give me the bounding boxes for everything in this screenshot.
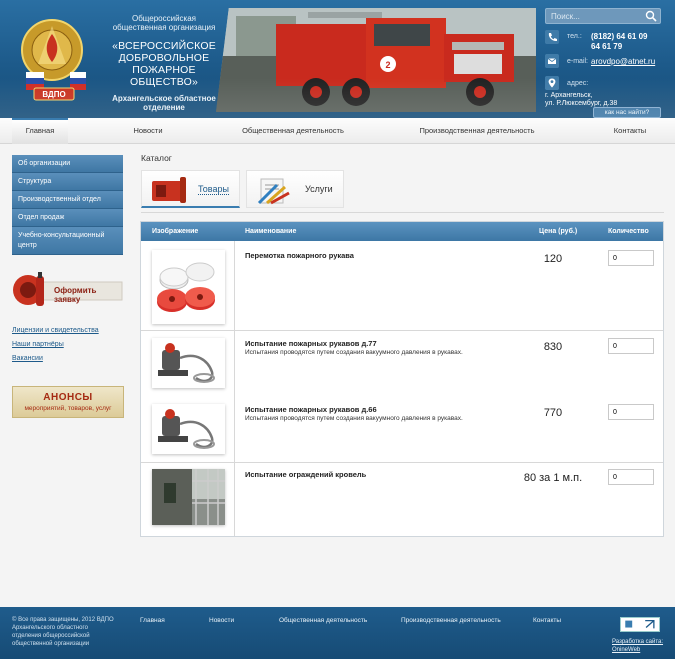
developer-credit[interactable]: Разработка сайта: OnineWeb bbox=[612, 638, 670, 654]
footer-link-contacts[interactable]: Контакты bbox=[533, 617, 561, 624]
product-price: 80 за 1 м.п. bbox=[523, 472, 583, 484]
phone-2: 64 61 79 bbox=[591, 42, 623, 51]
sidebar-item-production[interactable]: Производственный отдел bbox=[12, 191, 123, 209]
link-vacancies[interactable]: Вакансии bbox=[12, 352, 99, 366]
quantity-input[interactable] bbox=[608, 250, 654, 266]
sidebar-item-about[interactable]: Об организации bbox=[12, 155, 123, 173]
product-thumbnail[interactable] bbox=[152, 404, 225, 454]
search-box bbox=[545, 8, 661, 24]
site-footer: © Все права защищены, 2012 ВДПО Архангел… bbox=[0, 607, 675, 659]
location-pin-icon bbox=[545, 76, 559, 90]
footer-link-public-activity[interactable]: Общественная деятельность bbox=[279, 617, 367, 624]
email-block: e-mail: arovdpo@atnet.ru bbox=[545, 54, 667, 70]
email-link[interactable]: arovdpo@atnet.ru bbox=[591, 57, 655, 66]
mail-icon bbox=[545, 54, 559, 68]
nav-item-home[interactable]: Главная bbox=[12, 118, 68, 144]
product-price: 770 bbox=[543, 407, 563, 419]
address-line-2: ул. Р.Люксембург, д.38 bbox=[545, 100, 618, 107]
product-price: 120 bbox=[543, 253, 563, 265]
page-title: Каталог bbox=[141, 153, 172, 163]
link-partners[interactable]: Наши партнёры bbox=[12, 338, 99, 352]
org-subtitle: Общероссийская общественная организация bbox=[112, 14, 216, 32]
quantity-input[interactable] bbox=[608, 469, 654, 485]
product-description: Испытания проводятся путем создания ваку… bbox=[245, 415, 463, 422]
fire-truck-photo: 2 bbox=[216, 8, 536, 112]
nav-item-news[interactable]: Новости bbox=[118, 118, 178, 144]
tab-services[interactable]: Услуги bbox=[246, 170, 344, 208]
developer-logo[interactable] bbox=[620, 617, 660, 632]
nav-item-production-activity[interactable]: Производственная деятельность bbox=[412, 118, 542, 144]
search-input[interactable] bbox=[546, 9, 642, 23]
announcements-title: АНОНСЫ bbox=[43, 392, 93, 403]
emblem-text: ВДПО bbox=[42, 90, 65, 99]
tab-goods[interactable]: Товары bbox=[141, 170, 240, 208]
find-us-button[interactable]: как нас найти? bbox=[593, 107, 661, 118]
order-request-label: Оформить заявку bbox=[54, 286, 97, 304]
sidebar-menu: Об организации Структура Производственны… bbox=[12, 155, 123, 255]
product-name: Перемотка пожарного рукава bbox=[245, 251, 354, 260]
address-line-1: г. Архангельск, bbox=[545, 92, 593, 99]
sidebar-links: Лицензии и свидетельства Наши партнёры В… bbox=[12, 324, 99, 366]
footer-link-home[interactable]: Главная bbox=[140, 617, 165, 624]
col-name: Наименование bbox=[245, 228, 297, 235]
site-header: ВДПО Общероссийская общественная организ… bbox=[0, 0, 675, 118]
catalog-table: Изображение Наименование Цена (руб.) Кол… bbox=[140, 221, 664, 537]
sidebar-item-structure[interactable]: Структура bbox=[12, 173, 123, 191]
col-image: Изображение bbox=[152, 228, 199, 235]
email-label: e-mail: bbox=[567, 58, 589, 65]
truck-number: 2 bbox=[385, 60, 390, 70]
copyright-text: © Все права защищены, 2012 ВДПО Архангел… bbox=[12, 617, 114, 647]
nav-item-contacts[interactable]: Контакты bbox=[606, 118, 654, 144]
product-thumbnail[interactable] bbox=[152, 469, 225, 525]
tabs-divider bbox=[141, 212, 664, 213]
main-nav: Главная Новости Общественная деятельност… bbox=[0, 118, 675, 144]
tab-services-label: Услуги bbox=[305, 184, 333, 194]
quantity-input[interactable] bbox=[608, 404, 654, 420]
organization-title: Общероссийская общественная организация … bbox=[108, 14, 220, 112]
product-description: Испытания проводятся путем создания ваку… bbox=[245, 349, 463, 356]
row-divider bbox=[141, 462, 663, 463]
col-price: Цена (руб.) bbox=[539, 228, 578, 235]
link-licenses[interactable]: Лицензии и свидетельства bbox=[12, 324, 99, 338]
column-divider bbox=[234, 241, 235, 536]
extinguisher-icon bbox=[152, 177, 186, 203]
order-request-banner[interactable]: Оформить заявку bbox=[12, 268, 124, 312]
product-thumbnail[interactable] bbox=[152, 250, 225, 324]
address-label: адрес: bbox=[567, 80, 589, 87]
header-contacts: тел.: (8182) 64 61 09 64 61 79 e-mail: a… bbox=[545, 8, 667, 118]
product-name: Испытание пожарных рукавов д.77 bbox=[245, 339, 377, 348]
search-icon[interactable] bbox=[644, 10, 658, 22]
vdpo-emblem-logo[interactable]: ВДПО bbox=[12, 12, 98, 102]
product-thumbnail[interactable] bbox=[152, 338, 225, 388]
product-name: Испытание ограждений кровель bbox=[245, 470, 367, 479]
phone-label: тел.: bbox=[567, 33, 582, 40]
announcements-subtitle: мероприятий, товаров, услуг bbox=[24, 405, 112, 412]
row-divider bbox=[141, 330, 663, 331]
product-name: Испытание пожарных рукавов д.66 bbox=[245, 405, 377, 414]
nav-item-public-activity[interactable]: Общественная деятельность bbox=[235, 118, 351, 144]
quantity-input[interactable] bbox=[608, 338, 654, 354]
phone-1: (8182) 64 61 09 bbox=[591, 32, 648, 41]
phone-icon bbox=[545, 30, 559, 44]
sidebar-item-training-center[interactable]: Учебно-консультационный центр bbox=[12, 227, 123, 255]
announcements-banner[interactable]: АНОНСЫ мероприятий, товаров, услуг bbox=[12, 386, 124, 418]
footer-link-news[interactable]: Новости bbox=[209, 617, 234, 624]
org-name: «ВСЕРОССИЙСКОЕ ДОБРОВОЛЬНОЕ ПОЖАРНОЕ ОБЩ… bbox=[112, 40, 216, 88]
org-branch: Архангельское областное отделение bbox=[112, 94, 216, 112]
table-header: Изображение Наименование Цена (руб.) Кол… bbox=[141, 222, 663, 241]
footer-link-production-activity[interactable]: Производственная деятельность bbox=[401, 617, 501, 624]
documents-icon bbox=[257, 178, 290, 205]
address-block: адрес: г. Архангельск, ул. Р.Люксембург,… bbox=[545, 76, 667, 107]
tab-goods-label: Товары bbox=[198, 184, 229, 195]
col-quantity: Количество bbox=[608, 228, 649, 235]
sidebar-item-sales[interactable]: Отдел продаж bbox=[12, 209, 123, 227]
product-price: 830 bbox=[543, 341, 563, 353]
